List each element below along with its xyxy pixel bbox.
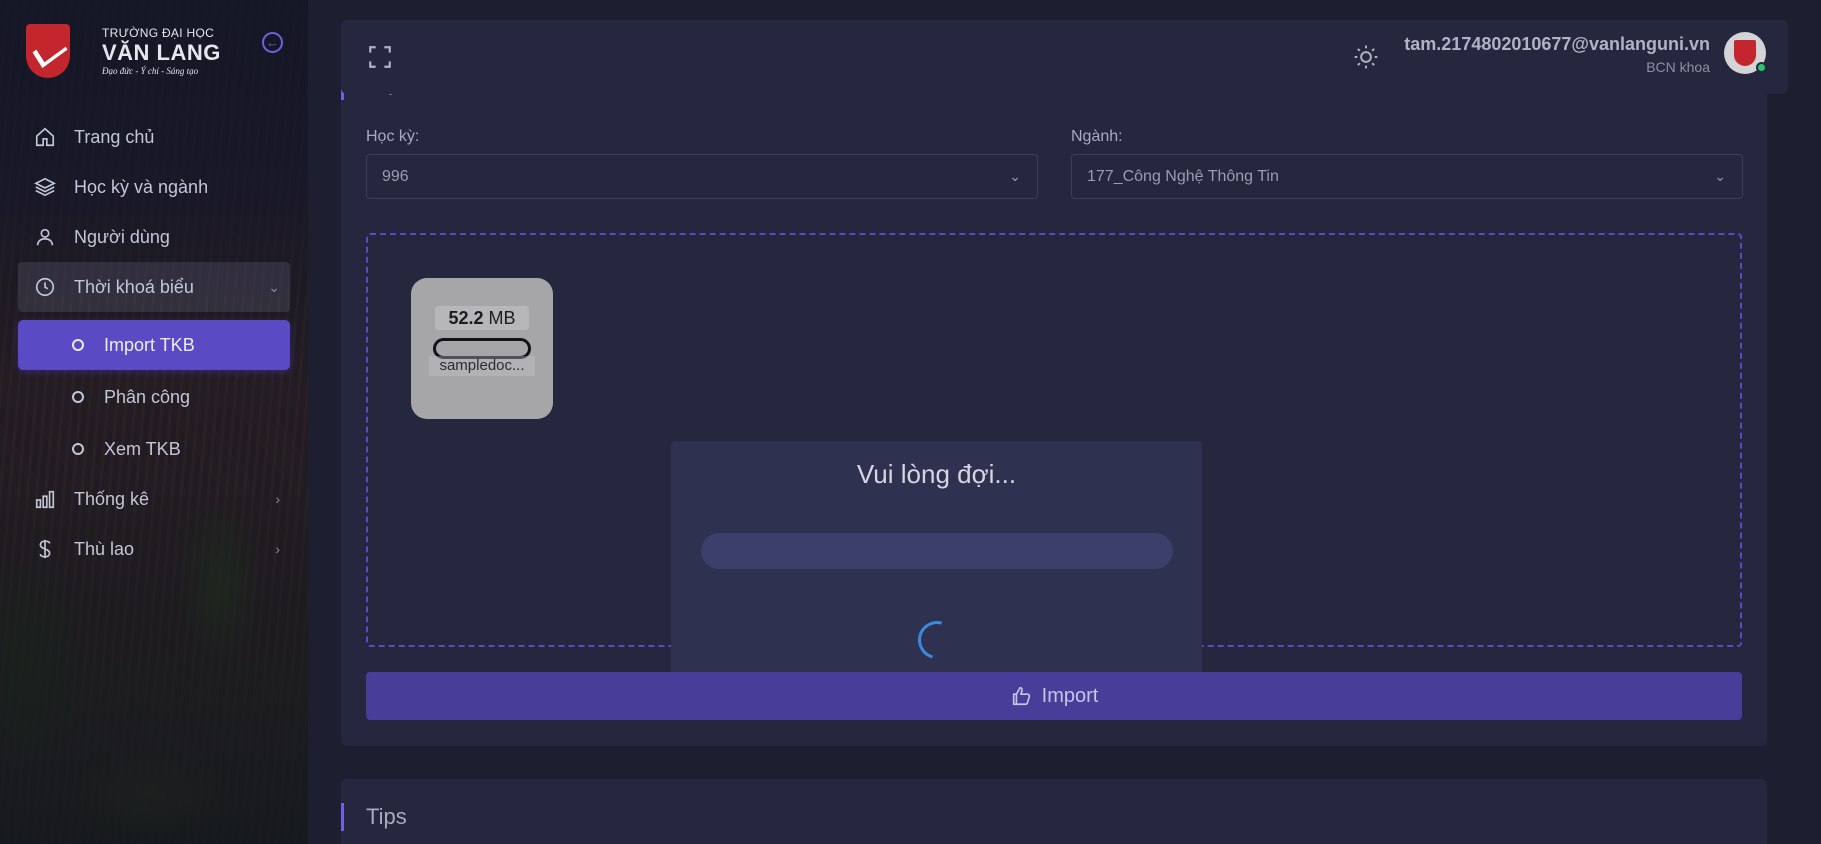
sidebar-item-label: Người dùng [74, 226, 170, 247]
file-size: 52.2 MB [435, 306, 529, 330]
bar-chart-icon [34, 488, 56, 510]
brand-line1: TRƯỜNG ĐẠI HỌC [102, 26, 215, 40]
file-dropzone[interactable]: 52.2 MB sampledoc... Vui lòng đợi... [366, 233, 1742, 681]
major-label: Ngành: [1071, 128, 1123, 145]
chevron-down-icon: ⌄ [1714, 168, 1726, 184]
brand-logo[interactable]: TRƯỜNG ĐẠI HỌC VĂN LANG Đạo đức - Ý chí … [26, 24, 221, 78]
chevron-down-icon: ⌄ [1009, 168, 1021, 184]
file-size-value: 52.2 [448, 308, 484, 328]
uploaded-file-preview[interactable]: 52.2 MB sampledoc... [411, 278, 553, 419]
sidebar-nav: Trang chủ Học kỳ và ngành Người dùng Thờ… [18, 112, 290, 574]
online-status-indicator [1756, 62, 1767, 73]
loading-title: Vui lòng đợi... [856, 459, 1017, 489]
university-shield-icon [26, 24, 70, 78]
clock-icon [34, 276, 56, 298]
loading-spinner-icon [911, 614, 963, 666]
sidebar-item-label: Thù lao [74, 538, 135, 559]
arrow-left-icon: ← [266, 35, 279, 50]
sidebar-item-users[interactable]: Người dùng [18, 212, 290, 262]
brand-text: TRƯỜNG ĐẠI HỌC VĂN LANG Đạo đức - Ý chí … [102, 26, 221, 76]
file-size-unit: MB [488, 308, 516, 328]
avatar[interactable] [1724, 32, 1767, 74]
sidebar-subitem-assignment[interactable]: Phân công [18, 372, 290, 422]
sidebar: TRƯỜNG ĐẠI HỌC VĂN LANG Đạo đức - Ý chí … [0, 0, 308, 844]
import-button-label: Import [1041, 684, 1099, 707]
sidebar-item-label: Thống kê [74, 488, 150, 509]
fullscreen-icon[interactable] [367, 44, 393, 70]
sidebar-item-timetable[interactable]: Thời khoá biểu ⌄ [18, 262, 290, 312]
university-shield-icon [1734, 40, 1756, 66]
sidebar-subitem-label: Xem TKB [104, 438, 181, 459]
sidebar-item-semester-major[interactable]: Học kỳ và ngành [18, 162, 290, 212]
chevron-right-icon: › [275, 491, 280, 507]
loading-dialog: Vui lòng đợi... [671, 441, 1202, 681]
semester-select[interactable]: 996 ⌄ [366, 154, 1038, 199]
user-icon [34, 226, 56, 248]
chevron-right-icon: › [275, 541, 280, 557]
semester-select-value: 996 [382, 167, 409, 185]
chevron-down-icon: ⌄ [268, 278, 280, 295]
tips-title: Tips [341, 803, 407, 831]
major-select-value: 177_Công Nghệ Thông Tin [1087, 167, 1279, 185]
layers-icon [34, 176, 56, 198]
home-icon [34, 126, 56, 148]
user-info[interactable]: tam.2174802010677@vanlanguni.vn BCN khoa [1404, 34, 1710, 75]
user-role: BCN khoa [1646, 59, 1710, 75]
thumbs-up-icon [1012, 686, 1030, 706]
sidebar-item-label: Trang chủ [74, 126, 155, 147]
top-navbar: tam.2174802010677@vanlanguni.vn BCN khoa [341, 20, 1788, 94]
sidebar-subitem-label: Import TKB [104, 334, 195, 355]
sidebar-subitem-import-tkb[interactable]: Import TKB [18, 320, 290, 370]
sidebar-item-home[interactable]: Trang chủ [18, 112, 290, 162]
sidebar-item-statistics[interactable]: Thống kê › [18, 474, 290, 524]
dollar-icon [34, 538, 56, 560]
user-email: tam.2174802010677@vanlanguni.vn [1404, 34, 1710, 54]
tips-card: Tips [341, 779, 1767, 844]
sidebar-item-label: Học kỳ và ngành [74, 176, 209, 197]
major-select[interactable]: 177_Công Nghệ Thông Tin ⌄ [1071, 154, 1743, 199]
sidebar-subitem-label: Phân công [104, 386, 191, 407]
collapse-sidebar-button[interactable]: ← [262, 32, 283, 53]
brand-motto: Đạo đức - Ý chí - Sáng tạo [102, 66, 199, 76]
circle-bullet-icon [72, 339, 84, 351]
loading-progress-bar [701, 533, 1173, 569]
brand-line2: VĂN LANG [102, 40, 221, 65]
circle-bullet-icon [72, 443, 84, 455]
semester-label: Học kỳ: [366, 128, 420, 145]
sidebar-subitem-view-tkb[interactable]: Xem TKB [18, 424, 290, 474]
sun-icon[interactable] [1353, 44, 1379, 70]
sidebar-item-label: Thời khoá biểu [74, 276, 194, 297]
sidebar-item-remuneration[interactable]: Thù lao › [18, 524, 290, 574]
file-name: sampledoc... [429, 356, 535, 376]
import-button[interactable]: Import [366, 672, 1742, 720]
import-tkb-card: Import TKB Học kỳ: 996 ⌄ Ngành: 177_Công… [341, 82, 1767, 746]
circle-bullet-icon [72, 391, 84, 403]
